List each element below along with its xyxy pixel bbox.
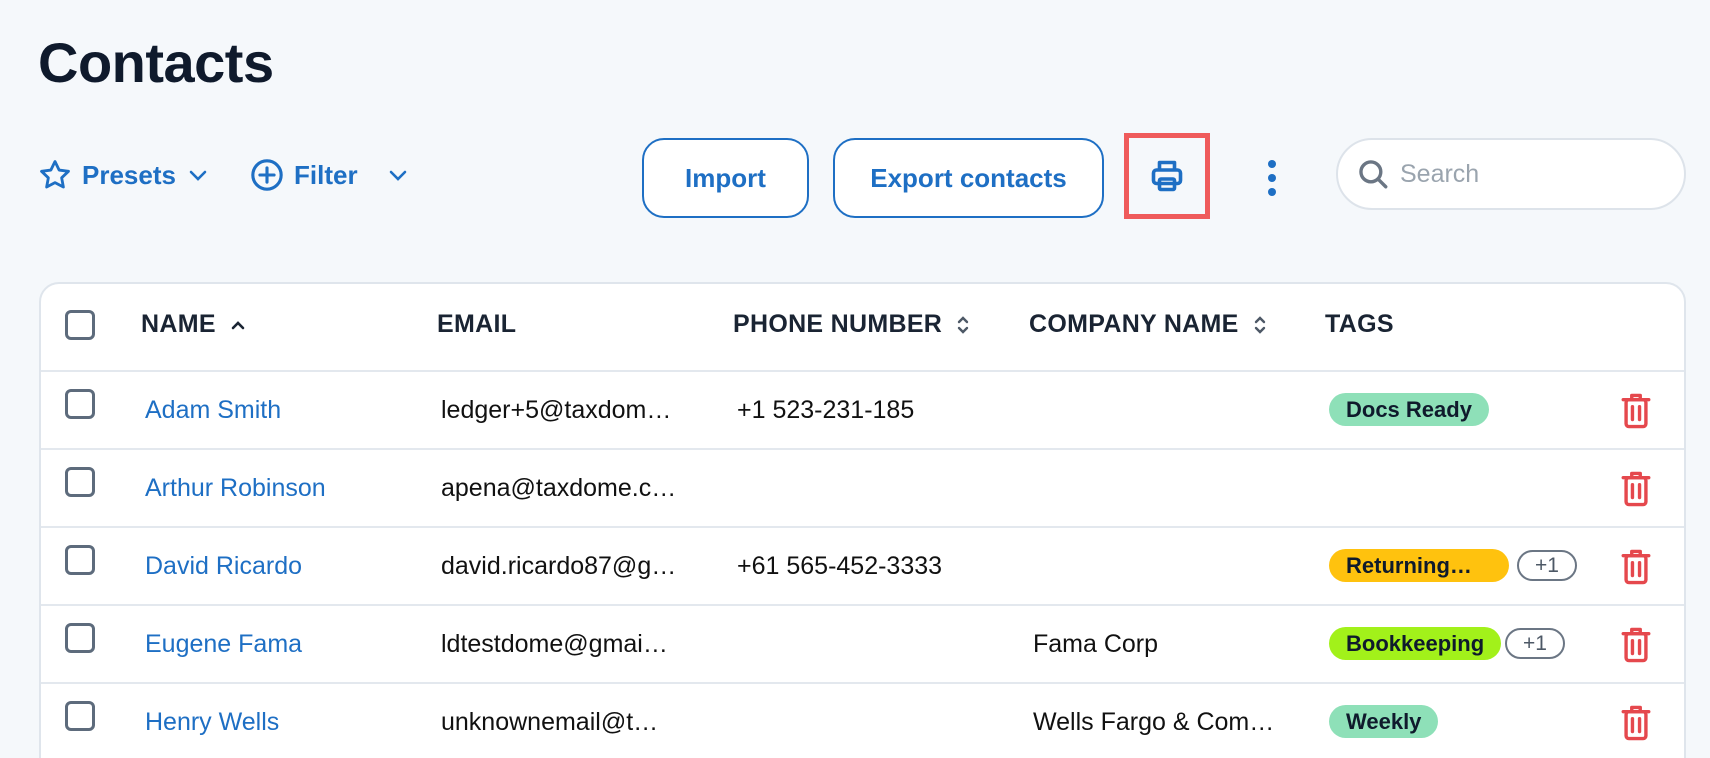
printer-icon bbox=[1151, 160, 1183, 192]
column-label: EMAIL bbox=[437, 310, 517, 338]
delete-button[interactable] bbox=[1619, 392, 1653, 430]
filter-label: Filter bbox=[294, 159, 358, 190]
contact-name-link[interactable]: Arthur Robinson bbox=[145, 474, 326, 503]
filter-dropdown[interactable]: Filter bbox=[250, 158, 410, 192]
chevron-down-icon bbox=[189, 170, 207, 181]
more-options-button[interactable] bbox=[1258, 152, 1286, 204]
more-tags-badge[interactable]: +1 bbox=[1505, 628, 1565, 659]
table-row: David Ricardo david.ricardo87@g… +61 565… bbox=[41, 528, 1684, 606]
trash-icon bbox=[1621, 705, 1651, 741]
column-label: PHONE NUMBER bbox=[733, 310, 943, 338]
company-cell: Wells Fargo & Com… bbox=[1033, 708, 1275, 736]
delete-button[interactable] bbox=[1619, 548, 1653, 586]
table-row: Eugene Fama ldtestdome@gmai… Fama Corp B… bbox=[41, 606, 1684, 684]
sort-ascending-icon bbox=[231, 320, 245, 329]
row-checkbox[interactable] bbox=[65, 467, 95, 497]
vertical-dots-icon bbox=[1268, 160, 1276, 196]
email-cell: ldtestdome@gmai… bbox=[441, 630, 668, 658]
select-all-checkbox[interactable] bbox=[65, 310, 95, 340]
table-row: Adam Smith ledger+5@taxdom… +1 523-231-1… bbox=[41, 372, 1684, 450]
column-label: NAME bbox=[141, 310, 216, 338]
presets-dropdown[interactable]: Presets bbox=[38, 158, 210, 192]
column-header-email: EMAIL bbox=[437, 310, 516, 339]
email-cell: ledger+5@taxdom… bbox=[441, 396, 672, 424]
toolbar: Presets Filter Import Export contacts bbox=[0, 130, 1710, 226]
contact-name-link[interactable]: David Ricardo bbox=[145, 552, 302, 581]
search-box bbox=[1336, 138, 1686, 210]
table-row: Henry Wells unknownemail@t… Wells Fargo … bbox=[41, 684, 1684, 758]
sort-icon bbox=[1254, 315, 1265, 334]
row-checkbox[interactable] bbox=[65, 545, 95, 575]
sort-icon bbox=[957, 315, 969, 334]
phone-cell: +61 565-452-3333 bbox=[737, 552, 943, 580]
trash-icon bbox=[1621, 549, 1651, 585]
chevron-down-icon bbox=[389, 170, 406, 181]
search-input[interactable] bbox=[1400, 159, 1670, 189]
tag-badge: Docs Ready bbox=[1329, 393, 1489, 426]
trash-icon bbox=[1621, 471, 1651, 507]
trash-icon bbox=[1621, 393, 1651, 429]
delete-button[interactable] bbox=[1619, 470, 1653, 508]
company-cell: Fama Corp bbox=[1033, 630, 1159, 658]
contact-name-link[interactable]: Eugene Fama bbox=[145, 630, 302, 659]
column-header-tags: TAGS bbox=[1325, 310, 1394, 339]
star-icon bbox=[40, 160, 70, 189]
contacts-table: NAME EMAIL PHONE NUMBER COMPANY NAME TAG… bbox=[39, 282, 1686, 758]
column-label: TAGS bbox=[1325, 310, 1394, 338]
phone-cell: +1 523-231-185 bbox=[737, 396, 915, 424]
plus-circle-icon bbox=[251, 159, 283, 191]
row-checkbox[interactable] bbox=[65, 623, 95, 653]
delete-button[interactable] bbox=[1619, 704, 1653, 742]
column-header-company[interactable]: COMPANY NAME bbox=[1029, 310, 1267, 339]
email-cell: david.ricardo87@g… bbox=[441, 552, 677, 580]
export-contacts-button[interactable]: Export contacts bbox=[833, 138, 1104, 218]
tag-badge: Returning… bbox=[1329, 549, 1509, 582]
email-cell: unknownemail@t… bbox=[441, 708, 659, 736]
trash-icon bbox=[1621, 627, 1651, 663]
page-title: Contacts bbox=[38, 31, 274, 94]
contact-name-link[interactable]: Henry Wells bbox=[145, 708, 279, 737]
column-label: COMPANY NAME bbox=[1029, 310, 1239, 338]
delete-button[interactable] bbox=[1619, 626, 1653, 664]
table-row: Arthur Robinson apena@taxdome.c… bbox=[41, 450, 1684, 528]
email-cell: apena@taxdome.c… bbox=[441, 474, 677, 502]
tag-badge: Bookkeeping bbox=[1329, 627, 1502, 660]
tag-badge: Weekly bbox=[1329, 705, 1439, 738]
column-header-phone[interactable]: PHONE NUMBER bbox=[733, 310, 970, 339]
presets-label: Presets bbox=[82, 159, 176, 190]
contact-name-link[interactable]: Adam Smith bbox=[145, 396, 281, 425]
row-checkbox[interactable] bbox=[65, 389, 95, 419]
search-icon bbox=[1359, 160, 1388, 189]
row-checkbox[interactable] bbox=[65, 701, 95, 731]
more-tags-badge[interactable]: +1 bbox=[1517, 550, 1577, 581]
import-button[interactable]: Import bbox=[642, 138, 809, 218]
print-button[interactable] bbox=[1124, 133, 1210, 219]
column-header-name[interactable]: NAME bbox=[141, 310, 246, 339]
table-header: NAME EMAIL PHONE NUMBER COMPANY NAME TAG… bbox=[41, 284, 1684, 372]
